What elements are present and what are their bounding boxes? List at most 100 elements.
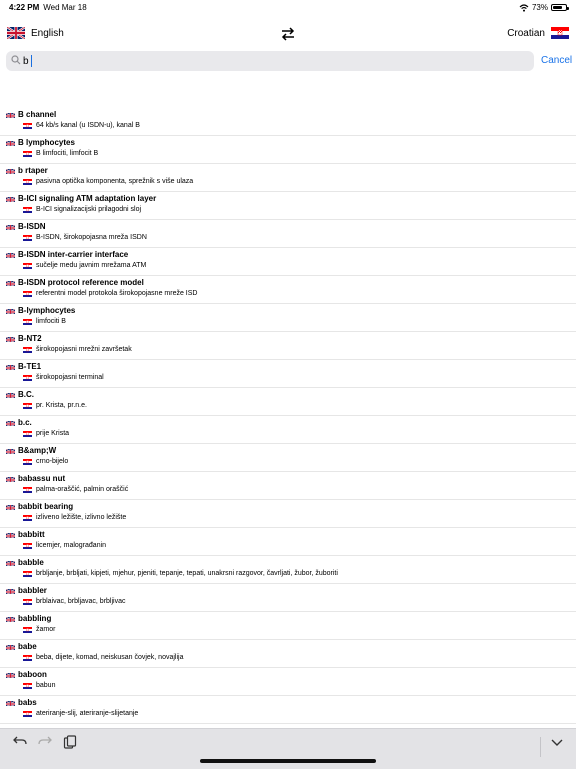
entry-translation-line: beba, dijete, komad, neiskusan čovjek, n… xyxy=(23,654,183,661)
croatia-flag-icon xyxy=(23,514,32,521)
entry-translation: brbljanje, brbljati, kipjeti, mjehur, pj… xyxy=(36,570,338,577)
entry-translation: licemjer, malograđanin xyxy=(36,542,107,549)
list-item[interactable]: babbit bearing izliveno ležište, izlivno … xyxy=(0,500,576,528)
entry-translation: babun xyxy=(36,682,56,689)
swap-arrows-icon[interactable] xyxy=(280,27,296,43)
list-item[interactable]: b.c. prije Krista xyxy=(0,416,576,444)
status-date: Wed Mar 18 xyxy=(43,3,87,12)
entry-translation: B-ICI signalizacijski prilagodni sloj xyxy=(36,206,142,213)
list-item[interactable]: babbling žamor xyxy=(0,612,576,640)
entry-translation-line: pasivna optička komponenta, sprežnik s v… xyxy=(23,178,193,185)
entry-term-line: B-lymphocytes xyxy=(6,306,75,315)
entry-translation: referentni model protokola širokopojasne… xyxy=(36,290,198,297)
entry-term-line: babbit bearing xyxy=(6,502,73,511)
uk-flag-icon xyxy=(6,447,15,454)
entry-translation: crno-bijelo xyxy=(36,458,69,465)
entry-translation-line: širokopojasni terminal xyxy=(23,374,104,381)
entry-translation-line: širokopojasni mrežni završetak xyxy=(23,346,132,353)
redo-icon[interactable] xyxy=(38,735,52,750)
cancel-button[interactable]: Cancel xyxy=(541,55,572,66)
entry-term: babs xyxy=(18,698,37,707)
entry-term-line: B channel xyxy=(6,110,56,119)
undo-icon[interactable] xyxy=(13,735,27,750)
list-item[interactable]: babassu nut palma-oraščić, palmin oraščić xyxy=(0,472,576,500)
search-box[interactable] xyxy=(6,51,534,71)
entry-term-line: B lymphocytes xyxy=(6,138,75,147)
entry-translation-line: brbljanje, brbljati, kipjeti, mjehur, pj… xyxy=(23,570,338,577)
croatia-flag-icon xyxy=(23,654,32,661)
list-item[interactable]: B-ISDN inter-carrier interface sučelje me… xyxy=(0,248,576,276)
entry-translation-line: B-ICI signalizacijski prilagodni sloj xyxy=(23,206,141,213)
list-item[interactable]: B-ISDN B-ISDN, širokopojasna mreža ISDN xyxy=(0,220,576,248)
entry-term-line: B-ICI signaling ATM adaptation layer xyxy=(6,194,156,203)
list-item[interactable]: babble brbljanje, brbljati, kipjeti, mjeh… xyxy=(0,556,576,584)
list-item[interactable]: babbitt licemjer, malograđanin xyxy=(0,528,576,556)
entry-term-line: b rtaper xyxy=(6,166,48,175)
entry-term-line: babbitt xyxy=(6,530,45,539)
entry-translation: palma-oraščić, palmin oraščić xyxy=(36,486,129,493)
entry-translation-line: 64 kb/s kanal (u ISDN-u), kanal B xyxy=(23,122,140,129)
list-item[interactable]: b rtaper pasivna optička komponenta, spre… xyxy=(0,164,576,192)
battery-percent: 73% xyxy=(531,3,548,12)
entry-term-line: B-NT2 xyxy=(6,334,42,343)
croatia-flag-icon xyxy=(23,262,32,269)
clipboard-icon[interactable] xyxy=(63,735,77,752)
entry-term-line: babassu nut xyxy=(6,474,65,483)
list-item[interactable]: B&amp;W crno-bijelo xyxy=(0,444,576,472)
entry-term: babbit bearing xyxy=(18,502,74,511)
entry-translation: sučelje medu javnim mrežama ATM xyxy=(36,262,147,269)
uk-flag-icon xyxy=(6,251,15,258)
entry-translation: B limfociti, limfocit B xyxy=(36,150,99,157)
entry-translation-line: limfociti B xyxy=(23,318,66,325)
list-item[interactable]: B-NT2 širokopojasni mrežni završetak xyxy=(0,332,576,360)
entry-term-line: babble xyxy=(6,558,44,567)
entry-term-line: babe xyxy=(6,642,37,651)
entry-term-line: B-ISDN inter-carrier interface xyxy=(6,250,128,259)
entry-term: B-ISDN xyxy=(18,222,46,231)
target-language-button[interactable]: Croatian xyxy=(507,27,569,39)
battery-icon xyxy=(551,4,569,11)
croatia-flag-icon xyxy=(23,430,32,437)
croatia-flag-icon xyxy=(23,178,32,185)
list-item[interactable]: babe beba, dijete, komad, neiskusan čovje… xyxy=(0,640,576,668)
list-item[interactable]: babbler brblaivac, brbljavac, brbljivac xyxy=(0,584,576,612)
entry-term: B-ISDN inter-carrier interface xyxy=(18,250,129,259)
croatia-flag-icon xyxy=(23,290,32,297)
source-language-label: English xyxy=(31,27,64,39)
uk-flag-icon xyxy=(6,363,15,370)
list-item[interactable]: B lymphocytes B limfociti, limfocit B xyxy=(0,136,576,164)
list-item[interactable]: B.C. pr. Krista, pr.n.e. xyxy=(0,388,576,416)
croatia-flag-icon xyxy=(23,710,32,717)
list-item[interactable]: B-ISDN protocol reference model referentn… xyxy=(0,276,576,304)
results-list[interactable]: B channel 64 kb/s kanal (u ISDN-u), kanal… xyxy=(0,108,576,724)
entry-term: B-TE1 xyxy=(18,362,42,371)
croatia-flag-icon xyxy=(23,346,32,353)
list-item[interactable]: babs ateriranje-slij, ateriranje-slijetan… xyxy=(0,696,576,724)
search-input[interactable] xyxy=(23,53,523,69)
chevron-down-icon[interactable] xyxy=(551,735,563,750)
entry-translation-line: žamor xyxy=(23,626,55,633)
entry-term-line: B-ISDN protocol reference model xyxy=(6,278,144,287)
uk-flag-icon xyxy=(6,503,15,510)
croatia-flag-icon xyxy=(23,458,32,465)
list-item[interactable]: B-lymphocytes limfociti B xyxy=(0,304,576,332)
croatia-flag-icon xyxy=(23,626,32,633)
list-item[interactable]: baboon babun xyxy=(0,668,576,696)
uk-flag-icon xyxy=(6,335,15,342)
entry-translation: širokopojasni terminal xyxy=(36,374,104,381)
source-language-button[interactable]: English xyxy=(7,27,64,39)
uk-flag-icon xyxy=(6,111,15,118)
status-bar: 4:22 PM Wed Mar 18 73% xyxy=(0,0,576,16)
wifi-icon xyxy=(519,3,529,12)
uk-flag-icon xyxy=(6,391,15,398)
uk-flag-icon xyxy=(6,307,15,314)
entry-translation-line: ateriranje-slij, ateriranje-slijetanje xyxy=(23,710,138,717)
language-bar: English Croatian xyxy=(0,24,576,46)
list-item[interactable]: B-TE1 širokopojasni terminal xyxy=(0,360,576,388)
list-item[interactable]: B-ICI signaling ATM adaptation layer B-IC… xyxy=(0,192,576,220)
uk-flag-icon xyxy=(6,167,15,174)
entry-term: b rtaper xyxy=(18,166,48,175)
entry-translation-line: crno-bijelo xyxy=(23,458,68,465)
list-item[interactable]: B channel 64 kb/s kanal (u ISDN-u), kanal… xyxy=(0,108,576,136)
uk-flag-icon xyxy=(6,559,15,566)
